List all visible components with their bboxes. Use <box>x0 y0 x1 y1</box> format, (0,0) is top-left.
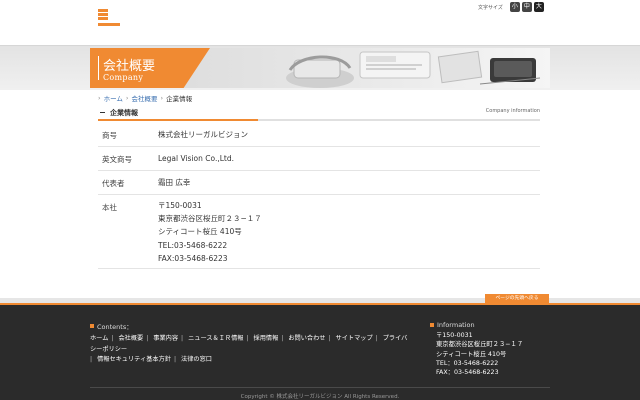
footer-link-news-ir[interactable]: ニュース＆ＩＲ情報 <box>188 335 243 342</box>
address-building: シティコート桜丘 410号 <box>158 227 242 237</box>
info-value: Legal Vision Co.,Ltd. <box>158 154 234 163</box>
font-size-large-button[interactable]: 大 <box>533 2 544 12</box>
section-heading: 企業情報 Company information <box>98 106 540 120</box>
footer-link-home[interactable]: ホーム <box>90 335 108 342</box>
footer-link-recruit[interactable]: 採用情報 <box>254 335 279 342</box>
banner-title-block: 会社概要 Company <box>90 48 210 88</box>
footer-link-law-window[interactable]: 法律の窓口 <box>181 356 212 363</box>
footer-link-contact[interactable]: お問い合わせ <box>288 335 325 342</box>
footer-contents: Contents： ホーム | 会社概要 | 事業内容 | ニュース＆ＩＲ情報 | 採用… <box>90 321 412 366</box>
bullet-square-icon <box>90 324 94 328</box>
info-value: 霜田 広幸 <box>158 178 191 187</box>
copyright: Copyright © 株式会社リーガルビジョン All Rights Rese… <box>240 394 400 400</box>
company-logo[interactable] <box>98 9 120 27</box>
info-row-company-name: 商号 株式会社リーガルビジョン <box>98 123 540 147</box>
footer-tel: TEL：03-5468-6222 <box>436 359 499 367</box>
footer-nav: ホーム | 会社概要 | 事業内容 | ニュース＆ＩＲ情報 | 採用情報 | お問い合わせ… <box>90 335 408 363</box>
info-label: 商号 <box>102 131 117 140</box>
footer-info-heading: Information <box>437 321 475 329</box>
footer-building: シティコート桜丘 410号 <box>436 350 507 358</box>
info-address: 〒150-0031 東京都渋谷区桜丘町２３−１７ シティコート桜丘 410号 T… <box>158 199 262 265</box>
info-value: 株式会社リーガルビジョン <box>158 130 248 139</box>
page-title-en: Company <box>103 73 144 82</box>
breadcrumb-current: 企業情報 <box>166 95 193 103</box>
footer-contents-heading: Contents： <box>97 323 133 331</box>
footer-link-sitemap[interactable]: サイトマップ <box>336 335 373 342</box>
info-row-english-name: 英文商号 Legal Vision Co.,Ltd. <box>98 147 540 171</box>
section-title: 企業情報 <box>110 109 138 117</box>
info-row-headquarters: 本社 〒150-0031 東京都渋谷区桜丘町２３−１７ シティコート桜丘 410… <box>98 195 540 269</box>
section-divider <box>98 119 540 121</box>
page-banner: 会社概要 Company <box>0 46 640 90</box>
address-fax: FAX:03-5468-6223 <box>158 253 228 263</box>
footer-street: 東京都渋谷区桜丘町２３−１７ <box>436 341 524 349</box>
page-top-button[interactable]: ページの先頭へ戻る <box>485 294 549 303</box>
info-row-representative: 代表者 霜田 広幸 <box>98 171 540 195</box>
footer-information: Information 〒150-0031 東京都渋谷区桜丘町２３−１７ シティ… <box>430 321 560 377</box>
address-postal-code: 〒150-0031 <box>158 201 202 210</box>
section-title-en: Company information <box>485 108 540 114</box>
breadcrumb-company-link[interactable]: 会社概要 <box>132 93 158 103</box>
footer-divider <box>90 387 550 388</box>
footer-link-security-policy[interactable]: 情報セキュリティ基本方針 <box>97 356 171 363</box>
footer-fax: FAX：03-5468-6223 <box>436 369 499 377</box>
breadcrumb: › ホーム › 会社概要 › 企業情報 <box>98 93 193 103</box>
breadcrumb-home-link[interactable]: ホーム <box>104 93 123 103</box>
page-title: 会社概要 <box>103 59 156 74</box>
office-desk-illustration <box>286 50 541 88</box>
info-label: 英文商号 <box>102 155 132 164</box>
footer-postal-code: 〒150-0031 <box>436 332 473 339</box>
font-size-switcher: 文字サイズ 小 中 大 <box>478 2 544 12</box>
font-size-small-button[interactable]: 小 <box>509 2 520 12</box>
banner-image: 会社概要 Company <box>90 48 550 88</box>
footer-link-company[interactable]: 会社概要 <box>118 335 143 342</box>
info-label: 本社 <box>102 203 117 212</box>
font-size-medium-button[interactable]: 中 <box>521 2 532 12</box>
address-tel: TEL:03-5468-6222 <box>158 240 228 250</box>
footer-link-business[interactable]: 事業内容 <box>153 335 178 342</box>
company-info-table: 商号 株式会社リーガルビジョン 英文商号 Legal Vision Co.,Lt… <box>98 123 540 269</box>
address-street: 東京都渋谷区桜丘町２３−１７ <box>158 214 262 224</box>
site-header: 文字サイズ 小 中 大 <box>0 0 640 46</box>
site-footer: Contents： ホーム | 会社概要 | 事業内容 | ニュース＆ＩＲ情報 | 採用… <box>0 305 640 400</box>
info-label: 代表者 <box>102 179 125 188</box>
font-size-label: 文字サイズ <box>478 4 503 11</box>
bullet-square-icon <box>430 323 434 327</box>
